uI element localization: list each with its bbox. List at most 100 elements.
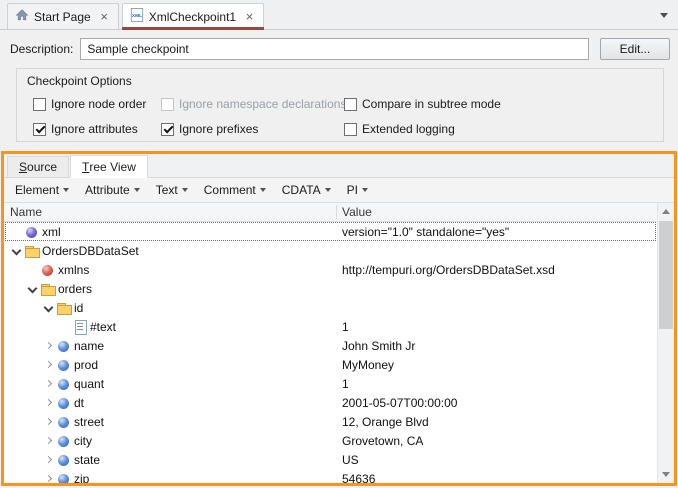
checkbox-ignore-node-order[interactable]: Ignore node order [33,97,161,111]
tree-row-prod[interactable]: prod MyMoney [4,355,657,374]
tree-rows: xmlversion="1.0" standalone="yes"OrdersD… [4,222,657,483]
checkbox-label: Extended logging [362,122,455,136]
checkpoint-options-group: Checkpoint Options Ignore node orderIgno… [16,68,664,142]
node-value: http://tempuri.org/OrdersDBDataSet.xsd [342,263,555,277]
chevron-down-icon [134,188,140,192]
node-value: 2001-05-07T00:00:00 [342,396,457,410]
node-name: state [74,453,100,467]
expand-chevron-icon[interactable] [40,469,56,483]
node-value: Grovetown, CA [342,434,423,448]
collapse-chevron-icon[interactable] [24,279,40,298]
node-value: 1 [342,320,349,334]
document-tabbar: Start Page XML XmlCheckpoint1 [0,0,678,30]
description-input[interactable] [80,38,589,60]
node-name: zip [74,472,89,484]
collapse-chevron-icon[interactable] [40,298,56,317]
node-name: #text [90,320,116,334]
node-value: US [342,453,359,467]
tree-row-dt[interactable]: dt 2001-05-07T00:00:00 [4,393,657,412]
folder-icon [56,300,72,316]
node-name: orders [58,282,92,296]
node-name: prod [74,358,98,372]
checkbox-label: Ignore attributes [51,122,138,136]
toolbar-element-dropdown[interactable]: Element [7,179,77,201]
node-name: quant [74,377,104,391]
toolbar-pi-dropdown[interactable]: PI [339,179,376,201]
checkbox-label: Ignore node order [51,97,146,111]
home-icon [15,8,29,25]
close-icon[interactable] [243,10,256,24]
expander-spacer [56,317,72,336]
xml-declaration-icon [24,224,40,240]
tree-row-state[interactable]: state US [4,450,657,469]
checkbox-box [33,123,46,136]
chevron-down-icon [182,188,188,192]
expand-chevron-icon[interactable] [40,450,56,469]
toolbar-attribute-dropdown[interactable]: Attribute [77,179,148,201]
scroll-up-button[interactable] [658,203,674,220]
tree-row-street[interactable]: street12, Orange Blvd [4,412,657,431]
node-name: street [74,415,104,429]
scrollbar-thumb[interactable] [659,221,673,329]
checkpoint-data-panel: SourceTree View Element Attribute TextComm… [1,151,677,486]
checkbox-compare-in-subtree-mode[interactable]: Compare in subtree mode [344,97,655,111]
tree-row-name[interactable]: nameJohn Smith Jr [4,336,657,355]
vertical-scrollbar[interactable] [657,203,674,483]
expand-chevron-icon[interactable] [40,374,56,393]
expand-chevron-icon[interactable] [40,336,56,355]
node-name: xmlns [58,263,89,277]
tab-source[interactable]: Source [7,156,69,178]
tab-start-page[interactable]: Start Page [7,3,119,29]
checkbox-box [33,98,46,111]
tree-row-xmlns[interactable]: xmlns http://tempuri.org/OrdersDBDataSet.… [4,260,657,279]
tree-column-header[interactable]: Name Value [4,203,657,222]
folder-icon [24,243,40,259]
edit-button[interactable]: Edit... [600,38,670,60]
chevron-down-icon [325,188,331,192]
collapse-chevron-icon[interactable] [8,241,24,260]
checkbox-ignore-prefixes[interactable]: Ignore prefixes [161,122,344,136]
tab-list-dropdown-icon[interactable] [660,13,668,18]
tab-tree-view[interactable]: Tree View [70,155,148,178]
checkbox-box [161,98,174,111]
node-name: city [74,434,92,448]
app-window: Start Page XML XmlCheckpoint1 Descriptio… [0,0,678,142]
expand-chevron-icon[interactable] [40,431,56,450]
close-icon[interactable] [98,10,111,24]
text-icon [72,319,88,335]
node-value: MyMoney [342,358,394,372]
tree-row-xml[interactable]: xmlversion="1.0" standalone="yes" [4,222,657,241]
tree-row-ordersdbdataset[interactable]: OrdersDBDataSet [4,241,657,260]
node-name: dt [74,396,84,410]
expand-chevron-icon[interactable] [40,355,56,374]
tab-label: XmlCheckpoint1 [149,10,236,24]
tree-row-quant[interactable]: quant 1 [4,374,657,393]
tree-row-id[interactable]: id [4,298,657,317]
description-label: Description: [10,42,73,56]
tree-row-city[interactable]: city Grovetown, CA [4,431,657,450]
toolbar-button-label: Attribute [85,183,130,197]
node-value: 1 [342,377,349,391]
element-icon [56,414,72,430]
tab-xmlcheckpoint1[interactable]: XML XmlCheckpoint1 [122,3,264,29]
tree-row-text[interactable]: #text 1 [4,317,657,336]
description-row: Description: Edit... [10,38,670,60]
xml-file-icon: XML [130,8,144,25]
chevron-down-icon [362,188,368,192]
scroll-down-button[interactable] [658,466,674,483]
checkbox-label: Ignore namespace declarations [179,97,346,111]
tree-row-zip[interactable]: zip54636 [4,469,657,483]
checkbox-ignore-attributes[interactable]: Ignore attributes [33,122,161,136]
checkbox-box [161,123,174,136]
toolbar-comment-dropdown[interactable]: Comment [196,179,274,201]
toolbar-text-dropdown[interactable]: Text [148,179,196,201]
toolbar-cdata-dropdown[interactable]: CDATA [274,179,339,201]
expand-chevron-icon[interactable] [40,393,56,412]
expander-spacer [8,222,24,241]
expand-chevron-icon[interactable] [40,412,56,431]
chevron-down-icon [63,188,69,192]
checkbox-extended-logging[interactable]: Extended logging [344,122,655,136]
tree-view: Name Value xmlversion="1.0" standalone="… [4,203,674,483]
tree-row-orders[interactable]: orders [4,279,657,298]
column-header-value: Value [342,205,372,219]
